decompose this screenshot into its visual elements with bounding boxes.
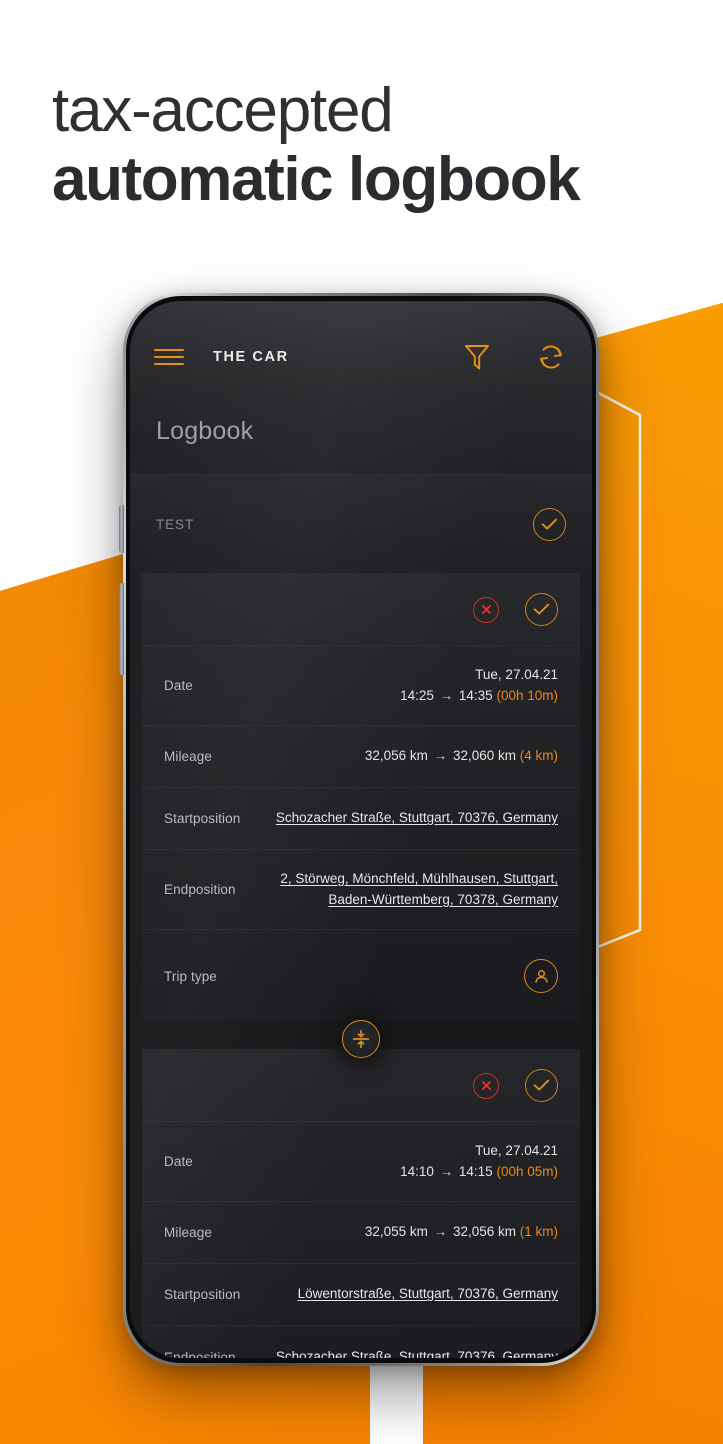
date-text: Tue, 27.04.21 bbox=[475, 666, 558, 682]
table-row: Date Tue, 27.04.21 14:25 → 14:35 (00h 10… bbox=[142, 646, 580, 726]
page-title: Logbook bbox=[156, 417, 254, 445]
row-value-mileage: 32,055 km → 32,056 km (1 km) bbox=[212, 1222, 558, 1243]
check-circle-icon[interactable] bbox=[525, 593, 558, 626]
row-label-trip-type: Trip type bbox=[164, 968, 217, 984]
arrow-icon: → bbox=[439, 1163, 454, 1179]
table-row: Endposition Schozacher Straße, Stuttgart… bbox=[142, 1326, 580, 1358]
app-bar: THE CAR bbox=[130, 301, 592, 389]
time-from: 14:25 bbox=[400, 687, 434, 703]
mileage-to: 32,056 km bbox=[452, 1224, 516, 1240]
page-title-bar: Logbook bbox=[130, 389, 592, 475]
table-row: Startposition Schozacher Straße, Stuttga… bbox=[142, 788, 580, 850]
app-title: THE CAR bbox=[213, 349, 289, 365]
headline-line-2: automatic logbook bbox=[52, 145, 581, 215]
trip-duration: (00h 05m) bbox=[496, 1163, 558, 1179]
phone-side-button-volume[interactable] bbox=[119, 505, 124, 553]
row-value-endposition: 2, Störweg, Mönchfeld, Mühlhausen, Stutt… bbox=[236, 869, 558, 911]
row-value-mileage: 32,056 km → 32,060 km (4 km) bbox=[212, 746, 558, 767]
group-label: TEST bbox=[156, 516, 195, 532]
arrow-icon: → bbox=[433, 1224, 448, 1240]
row-value-startposition: Löwentorstraße, Stuttgart, 70376, German… bbox=[240, 1284, 558, 1305]
poster-canvas: tax-accepted automatic logbook THE CAR L… bbox=[0, 0, 723, 1444]
table-row: Endposition 2, Störweg, Mönchfeld, Mühlh… bbox=[142, 850, 580, 930]
merge-trips-icon[interactable] bbox=[342, 1020, 380, 1058]
group-accept-all-button[interactable] bbox=[533, 507, 566, 541]
mileage-delta: (4 km) bbox=[519, 748, 558, 764]
address-link[interactable]: Schozacher Straße, Stuttgart, 70376, Ger… bbox=[276, 810, 558, 825]
mileage-from: 32,055 km bbox=[364, 1224, 428, 1240]
row-value-endposition: Schozacher Straße, Stuttgart, 70376, Ger… bbox=[236, 1347, 558, 1358]
trip-card-actions bbox=[142, 574, 580, 646]
mileage-from: 32,056 km bbox=[364, 748, 428, 764]
person-circle-icon[interactable] bbox=[524, 959, 558, 993]
address-link-line1[interactable]: 2, Störweg, Mönchfeld, Mühlhausen, Stutt… bbox=[280, 871, 558, 886]
table-row: Mileage 32,056 km → 32,060 km (4 km) bbox=[142, 726, 580, 788]
row-label-date: Date bbox=[164, 1154, 193, 1169]
row-label-endposition: Endposition bbox=[164, 1349, 236, 1359]
row-label-startposition: Startposition bbox=[164, 1287, 241, 1302]
address-link-line2[interactable]: Baden-Württemberg, 70378, Germany bbox=[328, 892, 558, 907]
hamburger-icon[interactable] bbox=[154, 349, 184, 365]
trip-duration: (00h 10m) bbox=[496, 687, 558, 703]
time-to: 14:15 bbox=[458, 1163, 493, 1179]
address-link[interactable]: Schozacher Straße, Stuttgart, 70376, Ger… bbox=[276, 1349, 558, 1358]
row-value-trip-type bbox=[217, 959, 558, 993]
row-value-startposition: Schozacher Straße, Stuttgart, 70376, Ger… bbox=[240, 808, 558, 829]
time-from: 14:10 bbox=[400, 1163, 434, 1179]
headline-line-1: tax-accepted bbox=[52, 76, 394, 145]
address-link[interactable]: Löwentorstraße, Stuttgart, 70376, German… bbox=[298, 1286, 558, 1301]
table-row: Trip type bbox=[142, 930, 580, 1022]
decor-bracket-right bbox=[580, 381, 642, 956]
arrow-icon: → bbox=[439, 687, 454, 703]
phone-side-button-power[interactable] bbox=[119, 583, 124, 675]
table-row: Startposition Löwentorstraße, Stuttgart,… bbox=[142, 1264, 580, 1326]
row-label-mileage: Mileage bbox=[164, 1225, 212, 1240]
row-label-mileage: Mileage bbox=[164, 749, 212, 764]
mileage-delta: (1 km) bbox=[519, 1224, 558, 1240]
trip-list[interactable]: Date Tue, 27.04.21 14:25 → 14:35 (00h 10… bbox=[130, 573, 592, 1358]
trip-card: Date Tue, 27.04.21 14:25 → 14:35 (00h 10… bbox=[142, 573, 580, 1023]
check-circle-icon[interactable] bbox=[525, 1069, 558, 1102]
trip-card-actions bbox=[142, 1050, 580, 1122]
row-label-endposition: Endposition bbox=[164, 882, 236, 897]
reject-circle-icon[interactable] bbox=[473, 1072, 499, 1099]
reject-circle-icon[interactable] bbox=[473, 596, 499, 623]
row-label-startposition: Startposition bbox=[164, 811, 241, 826]
group-header: TEST bbox=[130, 475, 592, 573]
logbook-app: THE CAR Logbook TEST Date Tue, 27.04.21 … bbox=[130, 301, 592, 1358]
arrow-icon: → bbox=[433, 748, 448, 764]
merge-divider bbox=[142, 1020, 580, 1058]
phone-bezel: THE CAR Logbook TEST Date Tue, 27.04.21 … bbox=[126, 296, 596, 1363]
headline: tax-accepted automatic logbook bbox=[52, 76, 581, 216]
phone-screen: THE CAR Logbook TEST Date Tue, 27.04.21 … bbox=[130, 301, 592, 1358]
mileage-to: 32,060 km bbox=[452, 748, 516, 764]
row-value-date: Tue, 27.04.21 14:10 → 14:15 (00h 05m) bbox=[193, 1141, 558, 1183]
trip-card: Date Tue, 27.04.21 14:10 → 14:15 (00h 05… bbox=[142, 1049, 580, 1358]
sync-refresh-icon[interactable] bbox=[534, 340, 568, 374]
row-label-date: Date bbox=[164, 678, 193, 693]
table-row: Date Tue, 27.04.21 14:10 → 14:15 (00h 05… bbox=[142, 1122, 580, 1202]
row-value-date: Tue, 27.04.21 14:25 → 14:35 (00h 10m) bbox=[193, 665, 558, 707]
phone-device: THE CAR Logbook TEST Date Tue, 27.04.21 … bbox=[119, 293, 599, 1366]
time-to: 14:35 bbox=[458, 687, 493, 703]
filter-funnel-icon[interactable] bbox=[460, 340, 494, 374]
date-text: Tue, 27.04.21 bbox=[475, 1142, 558, 1158]
table-row: Mileage 32,055 km → 32,056 km (1 km) bbox=[142, 1202, 580, 1264]
